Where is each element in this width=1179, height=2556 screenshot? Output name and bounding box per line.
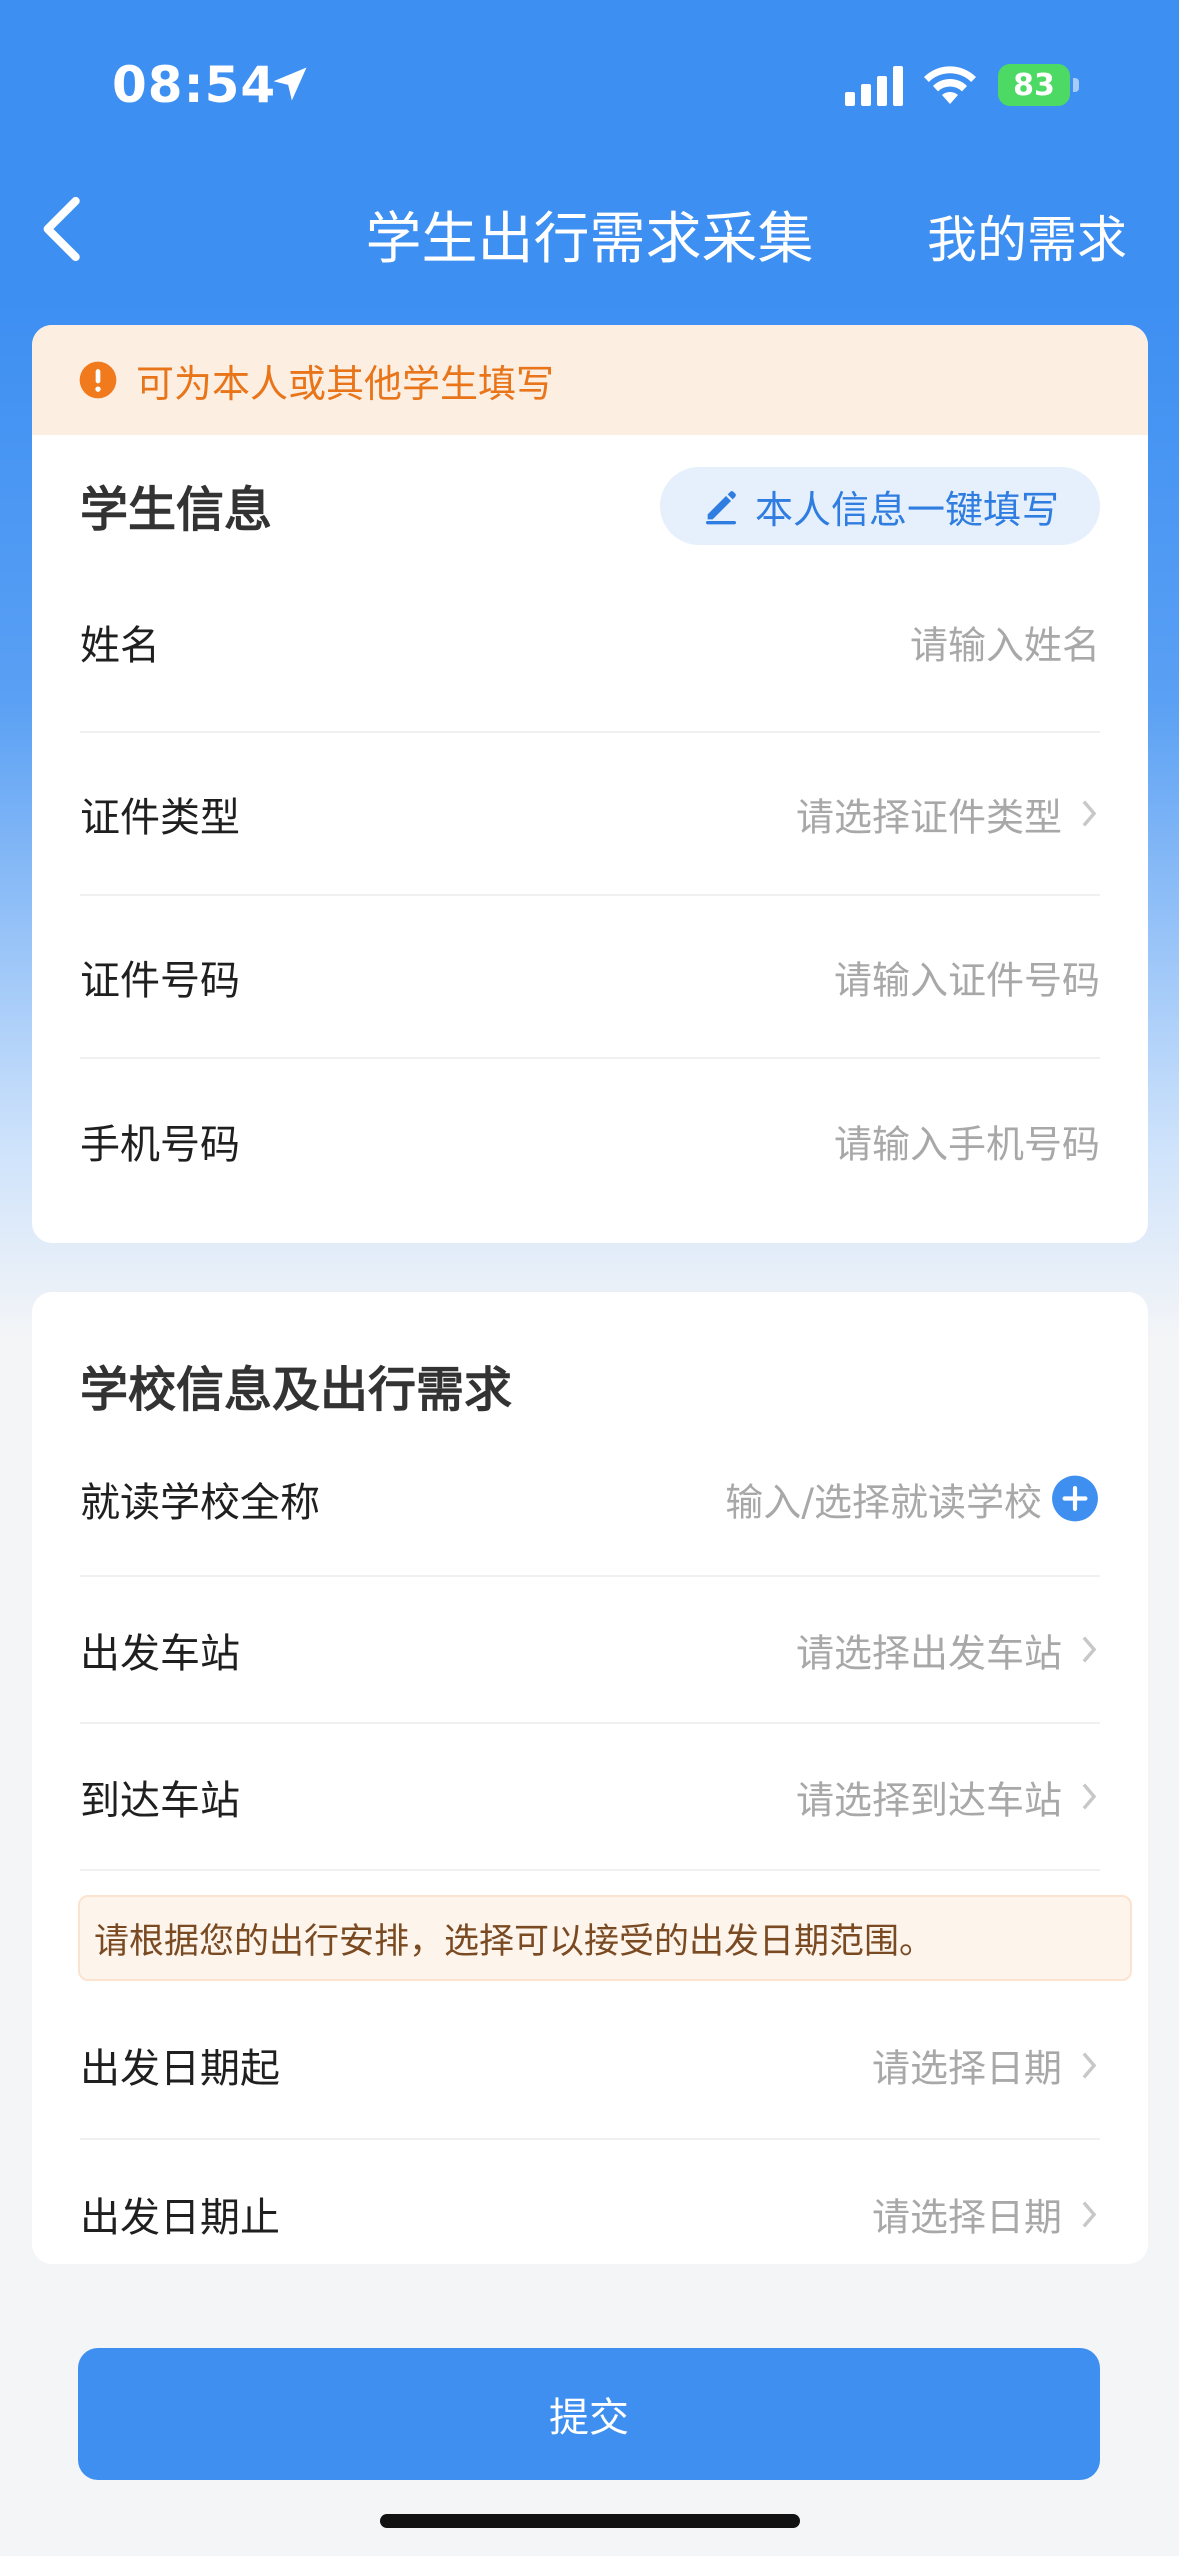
form-row-school[interactable]: 就读学校全称 输入/选择就读学校 [80,1422,1100,1577]
notice-banner: 可为本人或其他学生填写 [32,325,1148,435]
navigation-bar: 学生出行需求采集 我的需求 [0,170,1179,300]
form-row-id-type[interactable]: 证件类型 请选择证件类型 [80,733,1100,896]
school-placeholder: 输入/选择就读学校 [725,1480,1042,1524]
school-input[interactable]: 输入/选择就读学校 [725,1471,1100,1526]
id-type-label: 证件类型 [80,794,240,841]
chevron-right-icon [1082,2200,1097,2228]
chevron-right-icon [1082,800,1097,827]
autofill-label: 本人信息一键填写 [754,487,1059,532]
school-section-title: 学校信息及出行需求 [80,1362,513,1418]
cellular-signal-icon [845,66,903,106]
submit-button[interactable]: 提交 [78,2348,1100,2480]
date-end-placeholder: 请选择日期 [871,2195,1062,2240]
form-row-date-start[interactable]: 出发日期起 请选择日期 [80,1992,1100,2140]
date-start-placeholder: 请选择日期 [871,2046,1062,2091]
form-row-name[interactable]: 姓名 请输入姓名 [80,553,1100,733]
school-travel-card: 学校信息及出行需求 就读学校全称 输入/选择就读学校 出发车站 请选择出发车站 … [32,1292,1148,2264]
departure-station-placeholder: 请选择出发车站 [795,1631,1062,1675]
location-arrow-icon [273,67,307,101]
chevron-right-icon [1082,1636,1097,1663]
autofill-self-info-button[interactable]: 本人信息一键填写 [660,467,1100,545]
battery-indicator: 83 [998,64,1079,106]
home-indicator [380,2514,800,2528]
chevron-right-icon [1082,1783,1097,1810]
date-end-label: 出发日期止 [80,2195,280,2241]
arrival-station-placeholder: 请选择到达车站 [795,1778,1062,1822]
id-type-select[interactable]: 请选择证件类型 [796,786,1100,841]
name-input[interactable]: 请输入姓名 [910,615,1100,670]
form-row-date-end[interactable]: 出发日期止 请选择日期 [80,2140,1100,2264]
battery-level: 83 [1013,67,1055,103]
chevron-right-icon [1082,2051,1097,2079]
arrival-station-label: 到达车站 [80,1777,240,1824]
date-range-tip: 请根据您的出行安排，选择可以接受的出发日期范围。 [78,1895,1132,1981]
form-row-id-number[interactable]: 证件号码 请输入证件号码 [80,896,1100,1059]
student-section-title: 学生信息 [80,482,273,538]
edit-pen-icon [705,491,736,525]
add-circle-icon[interactable] [1050,1474,1100,1524]
id-number-label: 证件号码 [80,957,240,1004]
date-range-tip-text: 请根据您的出行安排，选择可以接受的出发日期范围。 [94,1921,935,1962]
name-label: 姓名 [80,623,160,669]
student-info-card: 可为本人或其他学生填写 学生信息 本人信息一键填写 姓名 请输入姓名 证件类型 … [32,325,1148,1243]
wifi-icon [924,66,976,104]
arrival-station-select[interactable]: 请选择到达车站 [796,1769,1100,1824]
notice-text: 可为本人或其他学生填写 [136,361,555,406]
my-requests-link[interactable]: 我的需求 [927,200,1127,272]
exclamation-circle-icon [79,361,117,399]
date-end-select[interactable]: 请选择日期 [872,2187,1100,2242]
status-time: 08:54 [112,56,277,114]
status-bar: 08:54 83 [0,0,1179,170]
date-start-select[interactable]: 请选择日期 [872,2038,1100,2093]
form-row-arrival-station[interactable]: 到达车站 请选择到达车站 [80,1724,1100,1871]
id-type-placeholder: 请选择证件类型 [795,795,1062,839]
date-start-label: 出发日期起 [80,2046,280,2092]
form-row-departure-station[interactable]: 出发车站 请选择出发车站 [80,1577,1100,1724]
phone-label: 手机号码 [80,1121,240,1168]
battery-cap [1073,78,1079,92]
departure-station-label: 出发车站 [80,1630,240,1677]
id-number-input[interactable]: 请输入证件号码 [834,949,1100,1004]
submit-label: 提交 [549,2395,629,2441]
battery-body: 83 [998,64,1070,106]
departure-station-select[interactable]: 请选择出发车站 [796,1622,1100,1677]
form-row-phone[interactable]: 手机号码 请输入手机号码 [80,1059,1100,1222]
school-label: 就读学校全称 [80,1479,320,1526]
phone-input[interactable]: 请输入手机号码 [834,1113,1100,1168]
